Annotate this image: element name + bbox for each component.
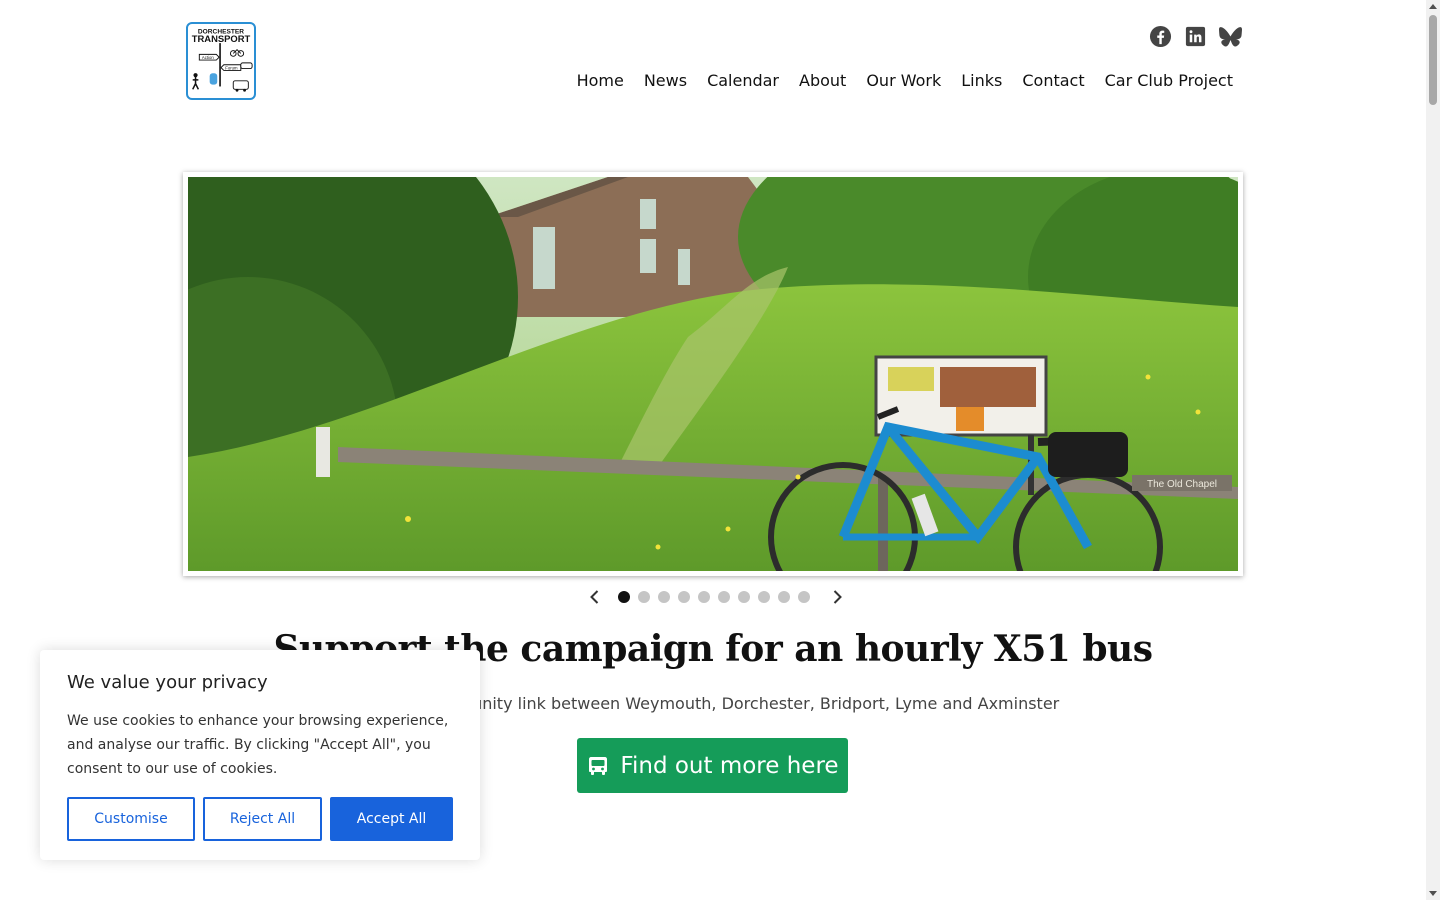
accept-all-button[interactable]: Accept All: [330, 797, 453, 841]
slider-dot[interactable]: [618, 591, 630, 603]
nav-about[interactable]: About: [799, 70, 846, 92]
scroll-down-arrow-icon[interactable]: [1429, 891, 1437, 896]
nav-links[interactable]: Links: [961, 70, 1002, 92]
logo-sign-2: Forum: [225, 65, 238, 70]
bluesky-icon[interactable]: [1219, 25, 1242, 48]
slider-dot[interactable]: [718, 591, 730, 603]
slider-dot[interactable]: [758, 591, 770, 603]
nav-calendar[interactable]: Calendar: [707, 70, 779, 92]
nav-car-club-project[interactable]: Car Club Project: [1105, 70, 1233, 92]
chapel-sign-text: The Old Chapel: [1147, 479, 1217, 490]
cookie-message: We use cookies to enhance your browsing …: [67, 713, 449, 777]
scroll-up-arrow-icon[interactable]: [1429, 4, 1437, 9]
slider-controls: [586, 587, 846, 607]
bus-icon: [589, 756, 608, 775]
slider-dot[interactable]: [778, 591, 790, 603]
nav-home[interactable]: Home: [577, 70, 624, 92]
slide-image: The Old Chapel: [188, 177, 1238, 571]
page-scrollbar[interactable]: [1426, 0, 1440, 900]
find-out-more-button[interactable]: Find out more here: [577, 738, 848, 793]
nav-our-work[interactable]: Our Work: [866, 70, 941, 92]
slider-dot[interactable]: [638, 591, 650, 603]
find-out-more-label: Find out more here: [620, 752, 839, 779]
slider-dot[interactable]: [678, 591, 690, 603]
cookie-buttons: Customise Reject All Accept All: [67, 797, 453, 841]
logo-sign-1: Action: [202, 55, 214, 60]
slider-prev-arrow-icon[interactable]: [586, 588, 604, 606]
slider-dots: [618, 591, 810, 603]
slider-dot[interactable]: [798, 591, 810, 603]
site-logo[interactable]: DORCHESTER TRANSPORT Action Forum: [186, 22, 256, 100]
customise-button[interactable]: Customise: [67, 797, 195, 841]
slider-dot[interactable]: [658, 591, 670, 603]
social-links: [1149, 25, 1242, 48]
slider-dot[interactable]: [698, 591, 710, 603]
slider-dot[interactable]: [738, 591, 750, 603]
main-nav: Home News Calendar About Our Work Links …: [577, 70, 1233, 92]
facebook-icon[interactable]: [1149, 25, 1172, 48]
reject-all-button[interactable]: Reject All: [203, 797, 322, 841]
logo-text-main: TRANSPORT: [192, 33, 251, 44]
nav-news[interactable]: News: [644, 70, 687, 92]
hero-slider: The Old Chapel: [183, 172, 1243, 576]
linkedin-icon[interactable]: [1184, 25, 1207, 48]
cookie-title: We value your privacy: [67, 672, 268, 693]
cookie-consent-banner: We value your privacy We use cookies to …: [40, 650, 480, 860]
slider-next-arrow-icon[interactable]: [828, 588, 846, 606]
scrollbar-thumb[interactable]: [1429, 15, 1437, 105]
logo-graphic: DORCHESTER TRANSPORT Action Forum: [192, 29, 253, 92]
nav-contact[interactable]: Contact: [1022, 70, 1084, 92]
